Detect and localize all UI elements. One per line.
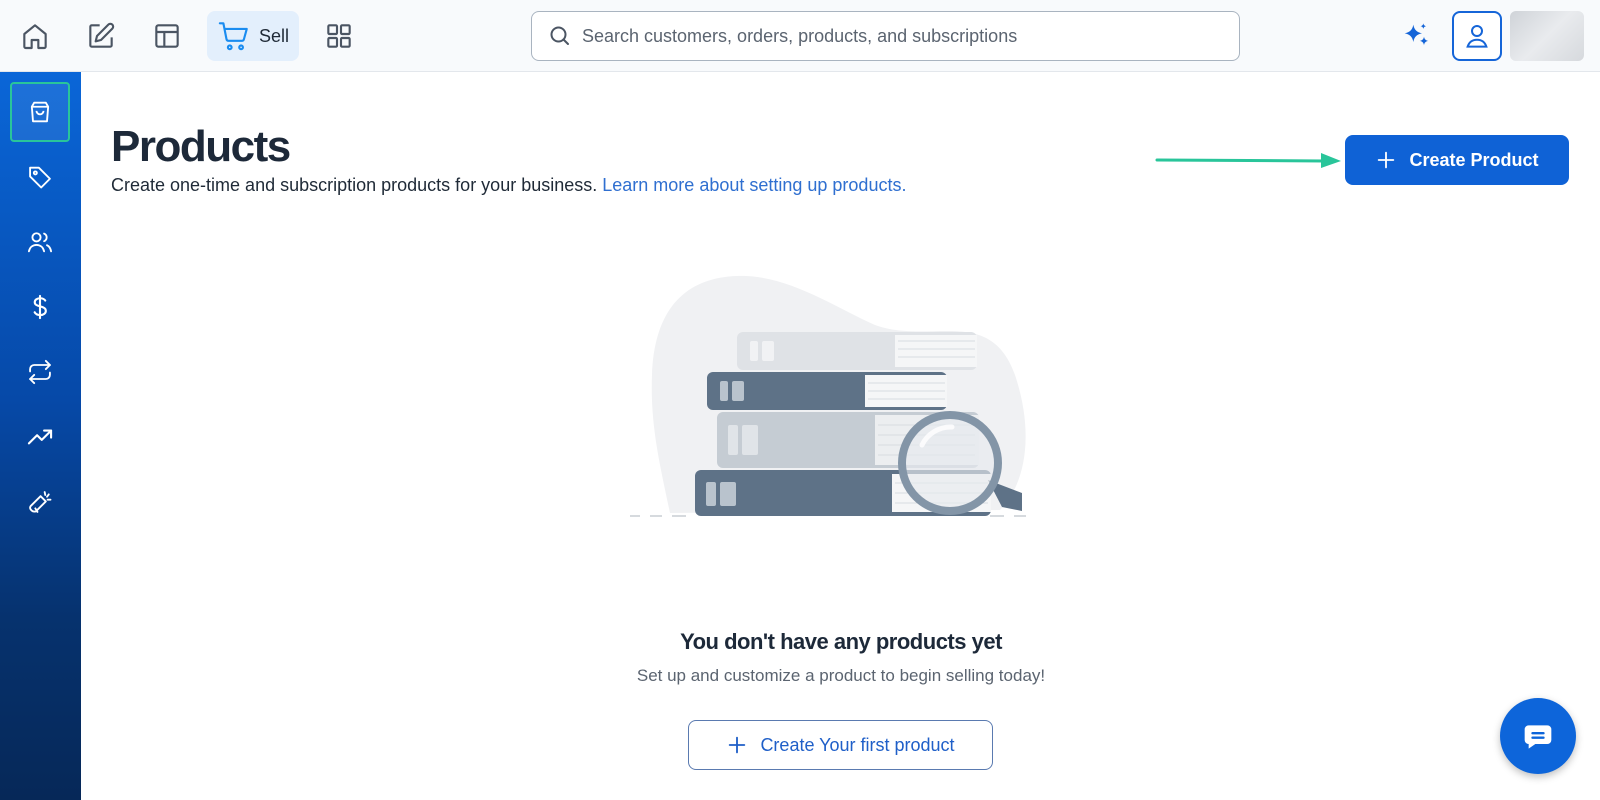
plus-icon	[1378, 151, 1395, 169]
user-account-button[interactable]	[1452, 11, 1502, 61]
search-box[interactable]	[531, 11, 1240, 61]
tag-icon	[29, 166, 51, 189]
page-subtitle: Create one-time and subscription product…	[111, 175, 906, 196]
repeat-icon	[29, 359, 51, 385]
empty-state-title: You don't have any products yet	[680, 629, 1002, 654]
sell-tab-label: Sell	[259, 25, 290, 46]
chat-button[interactable]	[1500, 698, 1576, 774]
avatar[interactable]	[1510, 11, 1584, 61]
sidebar-item-subscriptions[interactable]	[10, 342, 70, 402]
search-input[interactable]	[582, 25, 1222, 47]
create-first-product-button[interactable]: Create Your first product	[688, 720, 993, 770]
sidebar-item-customers[interactable]	[10, 212, 70, 272]
users-icon	[27, 232, 53, 253]
sidebar-item-marketing[interactable]	[10, 472, 70, 532]
sidebar-item-tags[interactable]	[10, 147, 70, 207]
page-subtitle-text: Create one-time and subscription product…	[111, 175, 598, 195]
search-icon	[550, 26, 569, 45]
create-product-label: Create Product	[1409, 149, 1539, 170]
home-icon[interactable]	[13, 12, 57, 60]
user-icon	[1466, 25, 1488, 48]
edit-icon[interactable]	[79, 12, 123, 60]
sidebar-item-analytics[interactable]	[10, 407, 70, 467]
annotation-arrow	[1155, 153, 1341, 168]
dollar-icon	[33, 294, 47, 320]
empty-state-subtitle: Set up and customize a product to begin …	[636, 666, 1046, 685]
top-bar: Sell	[0, 0, 1600, 72]
shopping-bag-icon	[30, 101, 50, 123]
megaphone-icon	[29, 491, 52, 513]
learn-more-link[interactable]: Learn more about setting up products.	[602, 175, 906, 195]
cart-icon	[218, 22, 248, 51]
empty-state-illustration	[630, 275, 1026, 517]
page-title: Products	[111, 122, 291, 171]
sidebar	[0, 72, 81, 800]
plus-icon	[729, 736, 746, 754]
create-product-button[interactable]: Create Product	[1345, 135, 1569, 185]
create-first-product-label: Create Your first product	[760, 734, 955, 755]
chat-icon	[1524, 725, 1552, 749]
grid-icon[interactable]	[317, 12, 361, 60]
trending-up-icon	[27, 429, 53, 445]
layout-icon[interactable]	[145, 12, 189, 60]
sell-tab[interactable]: Sell	[207, 11, 299, 61]
sidebar-item-payments[interactable]	[10, 277, 70, 337]
sidebar-item-products[interactable]	[10, 82, 70, 142]
sparkle-icon[interactable]	[1400, 20, 1432, 52]
